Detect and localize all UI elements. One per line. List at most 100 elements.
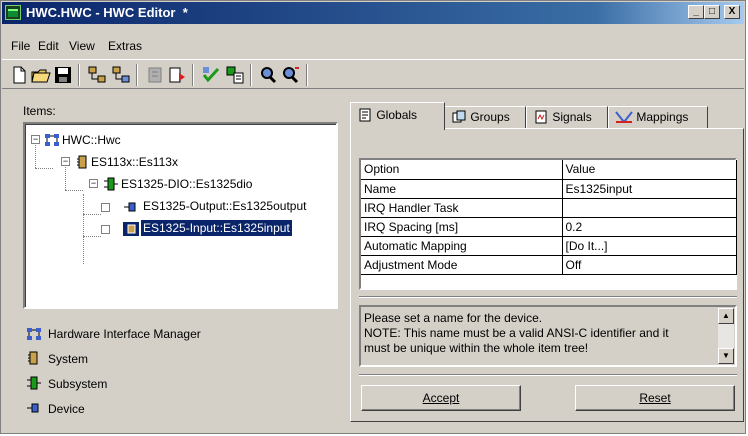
table-row[interactable]: Name Es1325input xyxy=(361,179,737,199)
items-label: Items: xyxy=(23,104,56,118)
items-tree[interactable]: − HWC::Hwc − ES113x::Es113x − ES1325-DIO… xyxy=(23,122,338,309)
toolbar-separator xyxy=(192,64,194,86)
accept-button[interactable]: Accept xyxy=(361,385,521,411)
system-icon xyxy=(77,155,87,169)
add-system-icon[interactable] xyxy=(86,64,108,86)
reset-label: Reset xyxy=(639,391,671,405)
toolbar-separator xyxy=(250,64,252,86)
tree-expander[interactable]: − xyxy=(31,135,40,144)
maximize-button[interactable]: □ xyxy=(704,5,720,19)
option-cell: IRQ Handler Task xyxy=(361,198,563,218)
tab-signals[interactable]: Signals xyxy=(526,106,608,128)
tab-groups[interactable]: Groups xyxy=(444,106,526,128)
accept-label: Accept xyxy=(422,391,460,405)
app-icon xyxy=(5,5,21,20)
value-cell[interactable]: Off xyxy=(562,255,737,275)
scroll-down-icon[interactable]: ▼ xyxy=(718,348,734,364)
value-cell[interactable]: 0.2 xyxy=(562,217,737,237)
description-box: Please set a name for the device. NOTE: … xyxy=(359,305,737,367)
options-grid[interactable]: Option Value Name Es1325input IRQ Handle… xyxy=(359,158,737,290)
tree-connector xyxy=(65,190,83,191)
menu-extras[interactable]: Extras xyxy=(108,39,142,53)
save-icon[interactable] xyxy=(52,64,74,86)
cut-item-icon[interactable] xyxy=(144,64,166,86)
open-folder-icon[interactable] xyxy=(30,64,52,86)
tree-item-hwc[interactable]: HWC::Hwc xyxy=(62,132,121,148)
option-cell: Name xyxy=(361,179,563,199)
tree-connector xyxy=(35,142,36,168)
legend-device: Device xyxy=(48,402,85,416)
tree-connector xyxy=(83,194,84,264)
description-line: must be unique within the whole item tre… xyxy=(364,341,589,355)
mappings-icon xyxy=(615,111,633,123)
signals-icon xyxy=(535,110,547,124)
legend-hardware-manager: Hardware Interface Manager xyxy=(48,327,201,341)
grid-header-option: Option xyxy=(361,160,563,180)
hardware-manager-icon xyxy=(27,328,41,340)
legend-subsystem: Subsystem xyxy=(48,377,108,391)
table-row[interactable]: Automatic Mapping [Do It...] xyxy=(361,236,737,256)
option-cell: IRQ Spacing [ms] xyxy=(361,217,563,237)
find-icon[interactable] xyxy=(258,64,280,86)
tab-globals-label: Globals xyxy=(376,108,418,122)
tree-item-es1325-output[interactable]: ES1325-Output::Es1325output xyxy=(143,198,306,214)
tree-item-es113x[interactable]: ES113x::Es113x xyxy=(91,154,178,170)
table-row[interactable]: IRQ Spacing [ms] 0.2 xyxy=(361,217,737,237)
grid-header-value: Value xyxy=(562,160,737,180)
toolbar-separator xyxy=(136,64,138,86)
find-next-icon[interactable] xyxy=(280,64,302,86)
tree-item-es1325-dio[interactable]: ES1325-DIO::Es1325dio xyxy=(121,176,252,192)
tab-signals-label: Signals xyxy=(552,110,592,124)
new-file-icon[interactable] xyxy=(8,64,30,86)
tree-leaf-box xyxy=(101,225,110,234)
table-row[interactable]: Adjustment Mode Off xyxy=(361,255,737,275)
toolbar xyxy=(2,59,744,89)
check-icon[interactable] xyxy=(200,64,222,86)
add-subsystem-icon[interactable] xyxy=(110,64,132,86)
scroll-up-icon[interactable]: ▲ xyxy=(718,308,734,324)
menu-view[interactable]: View xyxy=(69,39,95,53)
value-cell[interactable]: Es1325input xyxy=(562,179,737,199)
insert-item-icon[interactable] xyxy=(166,64,188,86)
value-cell[interactable] xyxy=(562,198,737,218)
tab-mappings-label: Mappings xyxy=(636,110,689,124)
menu-file[interactable]: File xyxy=(11,39,30,53)
tree-leaf-box xyxy=(101,203,110,212)
tree-expander[interactable]: − xyxy=(89,179,98,188)
legend-system: System xyxy=(48,352,89,366)
subsystem-icon xyxy=(104,177,118,191)
tab-globals[interactable]: Globals xyxy=(350,102,445,130)
table-row[interactable]: IRQ Handler Task xyxy=(361,198,737,218)
description-line: NOTE: This name must be a valid ANSI-C i… xyxy=(364,326,669,340)
window-title: HWC.HWC - HWC Editor * xyxy=(26,5,188,20)
grid-header-row: Option Value xyxy=(361,160,737,180)
toolbar-separator xyxy=(306,64,308,86)
tree-connector xyxy=(35,168,53,169)
menu-bar: File Edit View Extras xyxy=(2,37,744,57)
device-icon xyxy=(124,202,136,212)
divider xyxy=(359,296,737,298)
reset-button[interactable]: Reset xyxy=(575,385,735,411)
option-cell: Adjustment Mode xyxy=(361,255,563,275)
system-icon xyxy=(28,351,38,365)
generate-icon[interactable] xyxy=(224,64,246,86)
tree-item-es1325-input[interactable]: ES1325-Input::Es1325input xyxy=(140,219,293,237)
tree-connector xyxy=(65,164,66,190)
option-cell: Automatic Mapping xyxy=(361,236,563,256)
divider xyxy=(359,374,737,376)
description-scrollbar[interactable]: ▲ ▼ xyxy=(718,308,734,364)
globals-icon xyxy=(359,108,371,122)
toolbar-separator xyxy=(78,64,80,86)
tab-mappings[interactable]: Mappings xyxy=(608,106,708,128)
app-window: HWC.HWC - HWC Editor * _ □ X File Edit V… xyxy=(0,0,746,434)
close-button[interactable]: X xyxy=(724,5,740,19)
description-line: Please set a name for the device. xyxy=(364,311,543,325)
tree-expander[interactable]: − xyxy=(61,157,70,166)
tree-connector xyxy=(83,214,101,215)
groups-icon xyxy=(452,110,466,123)
value-cell[interactable]: [Do It...] xyxy=(562,236,737,256)
hardware-manager-icon xyxy=(45,134,59,146)
title-bar[interactable]: HWC.HWC - HWC Editor * _ □ X xyxy=(2,2,744,24)
menu-edit[interactable]: Edit xyxy=(38,39,59,53)
minimize-button[interactable]: _ xyxy=(688,5,704,19)
